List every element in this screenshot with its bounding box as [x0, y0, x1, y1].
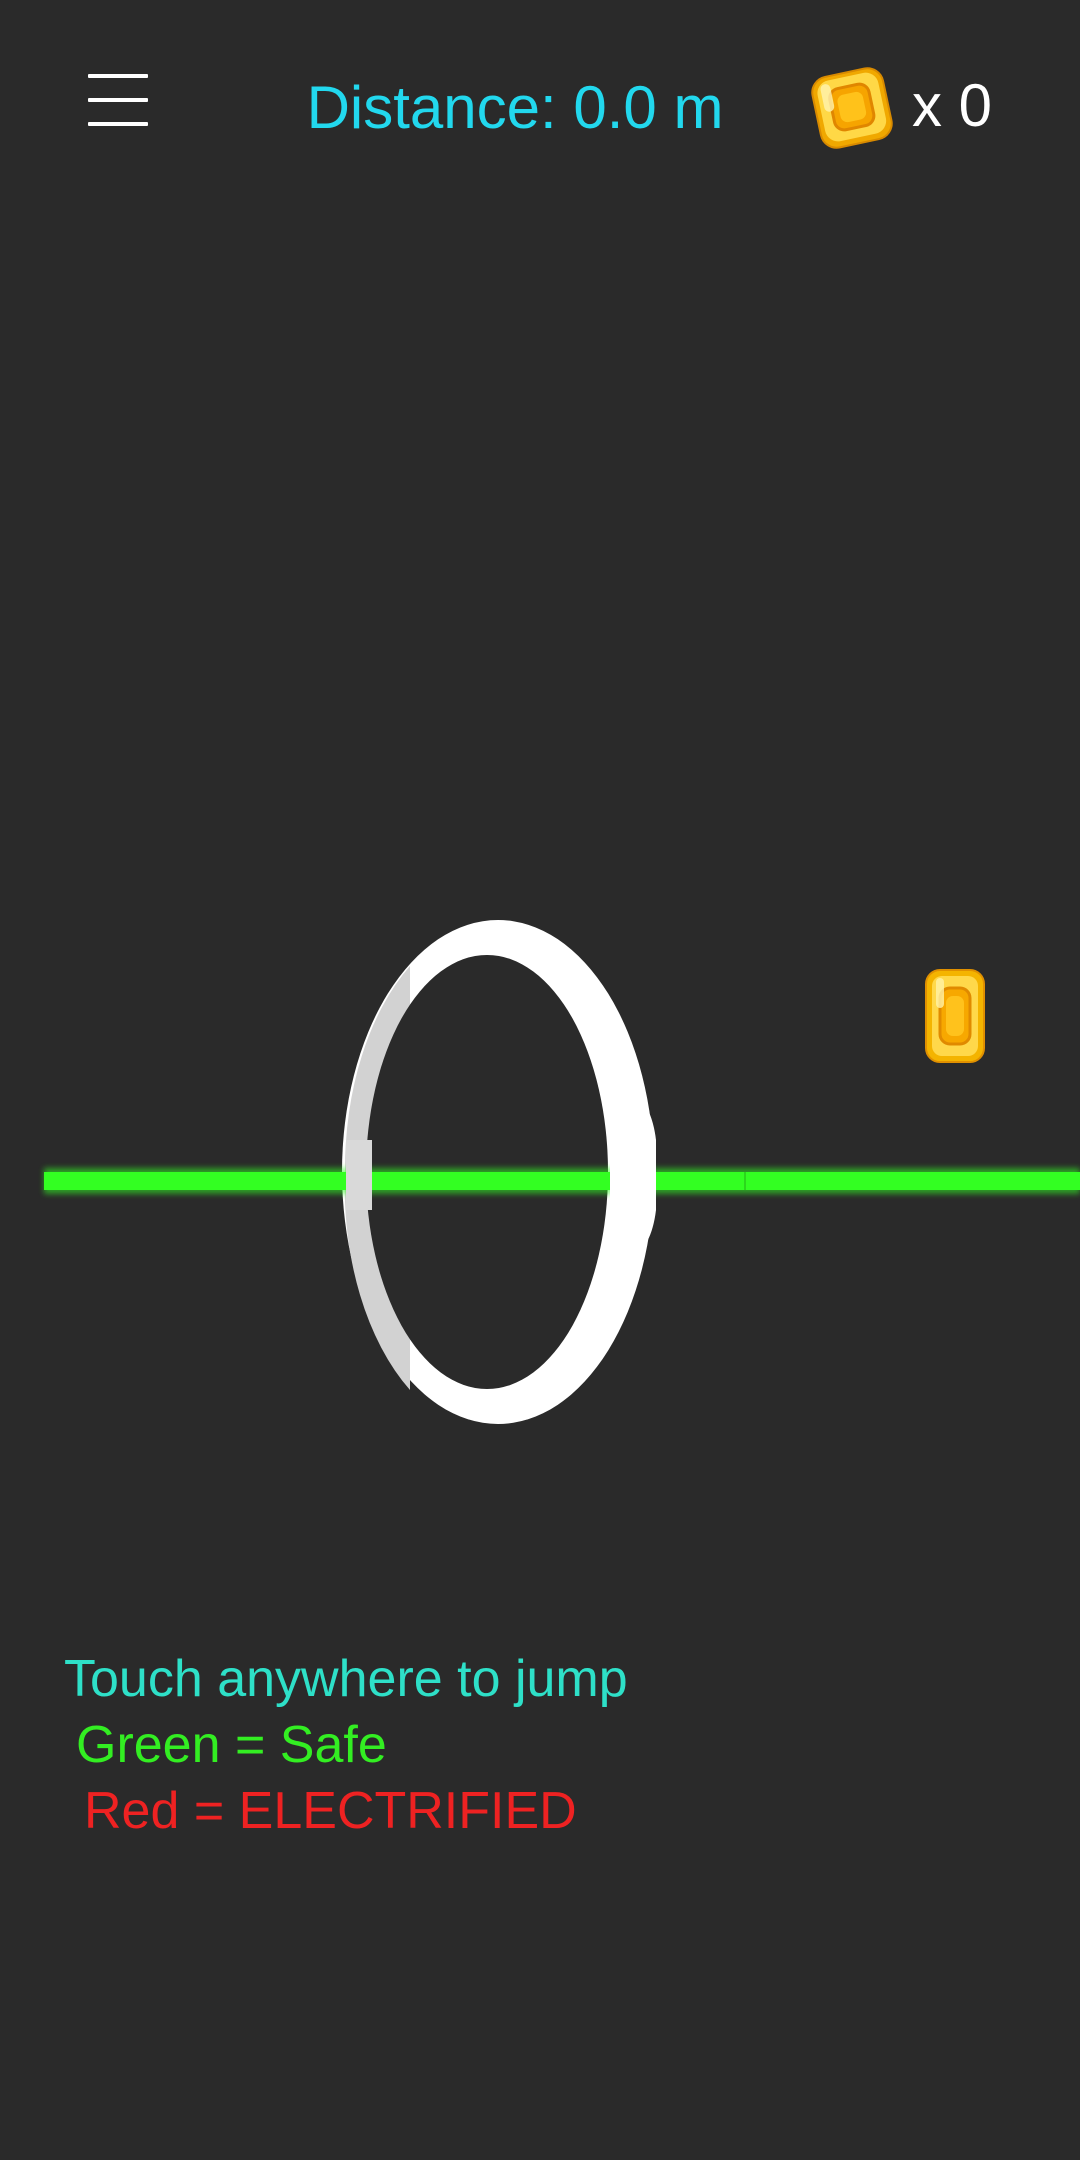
- coin-counter: x 0: [808, 60, 1008, 160]
- gold-coin-icon: [924, 968, 986, 1064]
- instruction-green-safe: Green = Safe: [76, 1716, 387, 1774]
- menu-bar: [88, 122, 148, 126]
- distance-readout: Distance: 0.0 m: [270, 70, 760, 146]
- distance-label: Distance:: [306, 74, 557, 141]
- instruction-red-electrified: Red = ELECTRIFIED: [84, 1782, 577, 1840]
- distance-value: 0.0: [573, 74, 657, 141]
- instruction-jump: Touch anywhere to jump: [64, 1650, 628, 1708]
- menu-button[interactable]: [82, 68, 154, 132]
- gold-coin-icon: [808, 64, 896, 152]
- menu-bar: [88, 98, 148, 102]
- rail: [44, 1168, 1080, 1194]
- instructions: Touch anywhere to jump Green = Safe Red …: [64, 1646, 628, 1844]
- distance-unit: m: [673, 74, 724, 141]
- coin-count: x 0: [912, 72, 993, 139]
- hamburger-menu-icon: [88, 74, 148, 78]
